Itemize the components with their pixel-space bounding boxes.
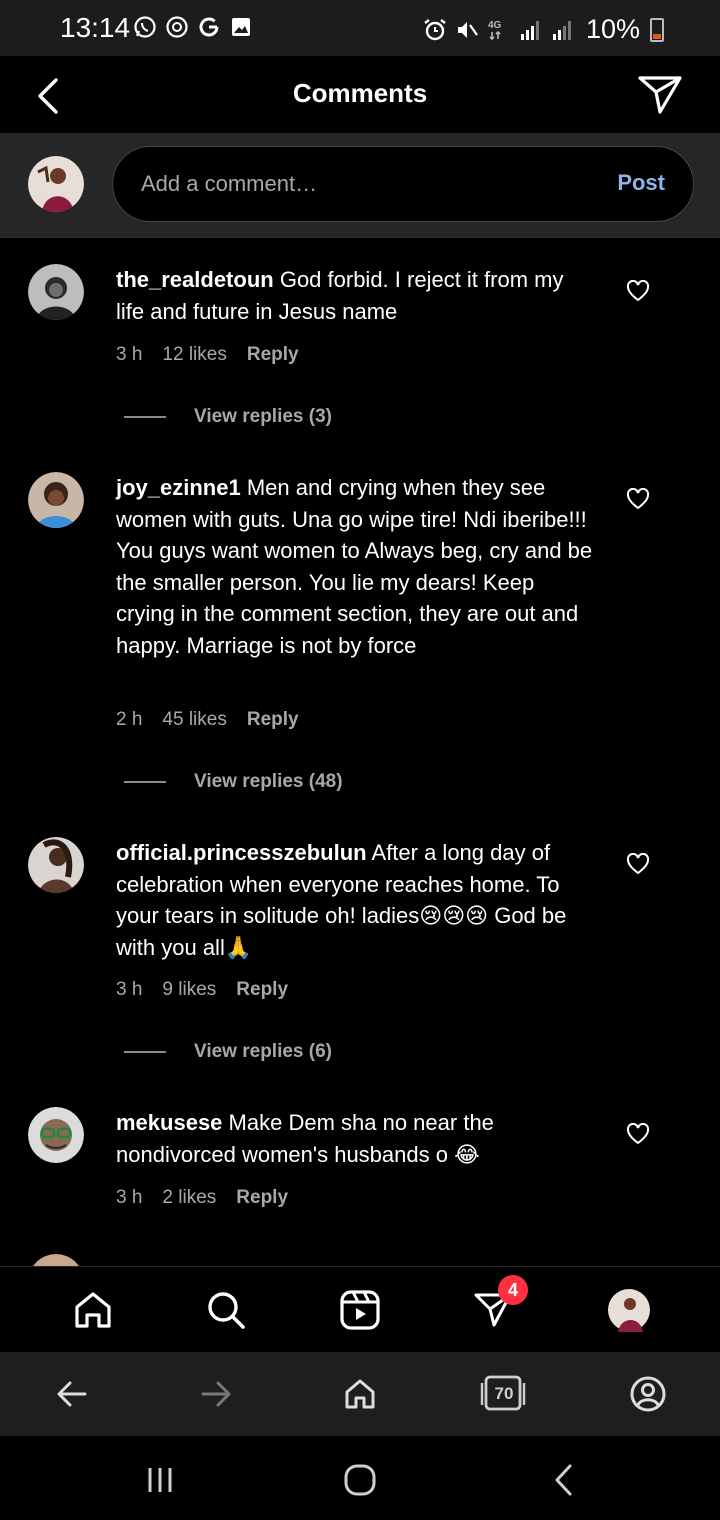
chevron-left-icon bbox=[555, 1464, 572, 1496]
divider bbox=[124, 1051, 166, 1053]
browser-toolbar: 70 bbox=[0, 1352, 720, 1436]
bottom-nav: 4 bbox=[0, 1266, 720, 1352]
divider bbox=[124, 781, 166, 783]
comment-time: 3 h bbox=[116, 1187, 143, 1208]
svg-text:4G: 4G bbox=[488, 20, 502, 31]
status-bar: 13:14 4G 10% bbox=[0, 0, 720, 56]
divider bbox=[124, 416, 166, 418]
reply-button[interactable]: Reply bbox=[247, 709, 299, 731]
battery-icon bbox=[650, 17, 664, 42]
system-back-button[interactable] bbox=[544, 1460, 584, 1500]
share-button[interactable] bbox=[636, 72, 684, 118]
home-icon bbox=[75, 1292, 111, 1328]
reply-button[interactable]: Reply bbox=[236, 979, 288, 1001]
alarm-icon bbox=[422, 17, 448, 43]
system-navigation-bar bbox=[0, 1436, 720, 1520]
account-icon bbox=[630, 1376, 666, 1412]
view-replies-label: View replies (48) bbox=[194, 771, 343, 792]
home-circle-icon bbox=[344, 1464, 376, 1496]
view-replies-label: View replies (3) bbox=[194, 406, 332, 427]
comment-username[interactable]: official.princesszebulun bbox=[116, 840, 367, 865]
comment-avatar[interactable] bbox=[28, 837, 84, 893]
post-button[interactable]: Post bbox=[617, 170, 665, 196]
nav-reels[interactable] bbox=[337, 1287, 383, 1333]
comment-username[interactable]: joy_ezinne1 bbox=[116, 475, 241, 500]
comment-likes[interactable]: 45 likes bbox=[162, 709, 226, 731]
reels-icon bbox=[340, 1290, 380, 1330]
view-replies-label: View replies (6) bbox=[194, 1041, 332, 1062]
reply-button[interactable]: Reply bbox=[236, 1187, 288, 1209]
browser-home-button[interactable] bbox=[338, 1372, 382, 1416]
comment-time: 3 h bbox=[116, 344, 143, 365]
comment-likes[interactable]: 12 likes bbox=[162, 344, 226, 366]
system-home-button[interactable] bbox=[340, 1460, 380, 1500]
comment-time: 2 h bbox=[116, 709, 143, 730]
view-replies-button[interactable]: View replies (48) bbox=[124, 771, 343, 793]
comment-avatar[interactable] bbox=[28, 472, 84, 528]
current-user-avatar bbox=[28, 156, 84, 212]
like-heart-icon[interactable] bbox=[626, 1123, 650, 1145]
like-heart-icon[interactable] bbox=[626, 853, 650, 875]
comment-username[interactable]: mekusese bbox=[116, 1110, 222, 1135]
comment-time: 3 h bbox=[116, 979, 143, 1000]
threads-icon bbox=[164, 14, 190, 40]
nav-home[interactable] bbox=[70, 1287, 116, 1333]
comment-input-placeholder: Add a comment… bbox=[141, 171, 318, 196]
gallery-icon bbox=[228, 14, 254, 40]
comment-body: Men and crying when they see women with … bbox=[116, 475, 593, 658]
view-replies-button[interactable]: View replies (6) bbox=[124, 1041, 332, 1063]
browser-back-button[interactable] bbox=[50, 1372, 94, 1416]
tab-count: 70 bbox=[494, 1384, 514, 1403]
notification-badge: 4 bbox=[498, 1275, 528, 1305]
battery-percent: 10% bbox=[585, 14, 640, 44]
nav-messages[interactable]: 4 bbox=[470, 1275, 528, 1333]
comment-username[interactable]: the_realdetoun bbox=[116, 267, 274, 292]
browser-tabs-button[interactable]: 70 bbox=[480, 1372, 528, 1416]
like-heart-icon[interactable] bbox=[626, 280, 650, 302]
comment-avatar[interactable] bbox=[28, 264, 84, 320]
recent-apps-icon bbox=[148, 1468, 172, 1492]
comment-likes[interactable]: 9 likes bbox=[162, 979, 216, 1001]
recent-apps-button[interactable] bbox=[140, 1460, 180, 1500]
comment-avatar[interactable] bbox=[28, 1254, 84, 1266]
browser-account-button[interactable] bbox=[626, 1372, 670, 1416]
home-icon bbox=[345, 1379, 375, 1409]
google-icon bbox=[196, 14, 222, 40]
signal-icon-2 bbox=[550, 17, 576, 43]
arrow-right-icon bbox=[201, 1381, 231, 1407]
profile-avatar bbox=[608, 1289, 650, 1332]
comments-header: Comments bbox=[0, 56, 720, 134]
like-heart-icon[interactable] bbox=[626, 488, 650, 510]
comments-list: the_realdetoun God forbid. I reject it f… bbox=[0, 238, 720, 1266]
send-icon bbox=[638, 76, 682, 114]
reply-button[interactable]: Reply bbox=[247, 344, 299, 366]
nav-profile[interactable] bbox=[606, 1287, 652, 1333]
whatsapp-icon bbox=[132, 14, 158, 40]
network-4g-icon: 4G bbox=[486, 17, 512, 43]
browser-forward-button[interactable] bbox=[194, 1372, 238, 1416]
comment-avatar[interactable] bbox=[28, 1107, 84, 1163]
nav-search[interactable] bbox=[203, 1287, 249, 1333]
status-time: 13:14 bbox=[60, 12, 131, 43]
mute-icon bbox=[454, 17, 480, 43]
page-title: Comments bbox=[292, 78, 428, 108]
comment-composer: Add a comment… Post bbox=[0, 134, 720, 238]
arrow-left-icon bbox=[57, 1381, 87, 1407]
signal-icon-1 bbox=[518, 17, 544, 43]
comment-likes[interactable]: 2 likes bbox=[162, 1187, 216, 1209]
comment-input[interactable]: Add a comment… Post bbox=[112, 146, 694, 222]
view-replies-button[interactable]: View replies (3) bbox=[124, 406, 332, 428]
search-icon bbox=[208, 1292, 245, 1329]
